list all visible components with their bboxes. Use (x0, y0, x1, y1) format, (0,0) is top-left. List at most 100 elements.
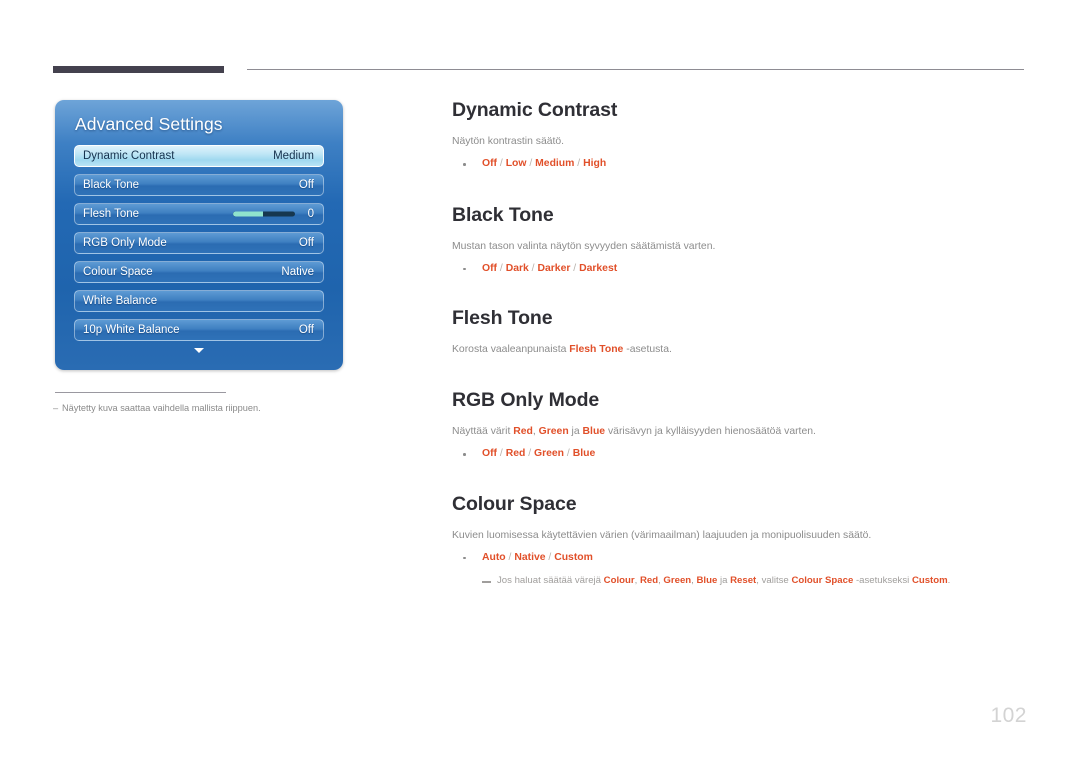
osd-menu-item-label: Black Tone (83, 179, 140, 191)
osd-menu-item-value: 0 (307, 208, 314, 220)
option-value: Auto (482, 551, 506, 563)
options-colour-space: Auto / Native / Custom (452, 551, 1027, 566)
subnote-highlight-red: Red (639, 575, 659, 587)
options-black-tone: Off / Dark / Darker / Darkest (452, 262, 1027, 277)
desc-text: Näyttää värit (452, 426, 514, 438)
subnote-highlight-colour-space: Colour Space (791, 575, 854, 587)
desc-highlight-green: Green (538, 426, 569, 438)
osd-menu-item[interactable]: Black Tone Off (74, 174, 324, 196)
osd-menu-item[interactable]: Flesh Tone 0 (74, 203, 324, 225)
osd-menu-item[interactable]: White Balance (74, 290, 324, 312)
option-list-item: Auto / Native / Custom (452, 551, 1027, 566)
option-separator: / (570, 262, 580, 274)
subnote-highlight-reset: Reset (730, 575, 757, 587)
subnote-text: , valitse (756, 575, 792, 587)
subnote-text: ja (717, 575, 731, 587)
osd-menu-item[interactable]: 10p White Balance Off (74, 319, 324, 341)
desc-highlight: Flesh Tone (569, 344, 624, 356)
osd-panel-title: Advanced Settings (75, 114, 223, 134)
osd-menu-item-value: Native (281, 266, 314, 278)
option-value: Dark (505, 262, 529, 274)
option-separator: / (525, 448, 534, 460)
page-title-colour-space: Colour Space (452, 492, 577, 515)
subnote-highlight-custom: Custom (911, 575, 948, 587)
option-value: Custom (554, 551, 593, 563)
section-flesh-tone: Flesh Tone Korosta vaaleanpunaista Flesh… (452, 307, 1027, 357)
subnote-highlight-green: Green (663, 575, 692, 587)
osd-menu-item-label: RGB Only Mode (83, 237, 167, 249)
option-list-item: Off / Low / Medium / High (452, 157, 1027, 172)
content-column: Dynamic Contrast Näytön kontrastin säätö… (452, 99, 1027, 588)
osd-menu-item-value: Off (298, 179, 314, 191)
desc-text: Korosta vaaleanpunaista (452, 344, 570, 356)
subnote-text: -asetukseksi (853, 575, 912, 587)
option-value: Darker (537, 262, 571, 274)
option-separator: / (574, 158, 584, 170)
osd-menu-item-label: Flesh Tone (83, 208, 140, 220)
option-value: Darkest (579, 262, 618, 274)
option-value: Off (482, 262, 498, 274)
osd-scroll-more[interactable] (55, 346, 343, 356)
description-dynamic-contrast: Näytön kontrastin säätö. (452, 136, 565, 147)
page-title-black-tone: Black Tone (452, 203, 554, 226)
subnote-colour-space: Jos haluat säätää värejä Colour, Red, Gr… (452, 574, 1027, 587)
page-number: 102 (990, 704, 1027, 727)
description-black-tone: Mustan tason valinta näytön syvyyden sää… (452, 240, 716, 252)
osd-menu-item-label: Colour Space (83, 266, 153, 278)
options-dynamic-contrast: Off / Low / Medium / High (452, 157, 1027, 172)
desc-text: ja (568, 426, 583, 438)
desc-highlight-red: Red (513, 426, 533, 438)
desc-highlight-blue: Blue (582, 426, 606, 438)
header-divider-rule (247, 69, 1024, 70)
page-title-dynamic-contrast: Dynamic Contrast (452, 99, 618, 121)
osd-menu-item[interactable]: Dynamic Contrast Medium (74, 145, 324, 167)
osd-menu-item-value: Medium (273, 150, 314, 162)
subnote-text: . (947, 575, 951, 587)
option-separator: / (497, 448, 506, 460)
option-separator: / (497, 262, 506, 274)
osd-menu-item-value: Off (298, 237, 314, 249)
description-rgb-only-mode: Näyttää värit Red, Green ja Blue värisäv… (452, 425, 1027, 439)
page-title-flesh-tone: Flesh Tone (452, 307, 553, 330)
section-rgb-only-mode: RGB Only Mode Näyttää värit Red, Green j… (452, 389, 1027, 462)
option-value: Red (505, 448, 526, 460)
option-value: Low (505, 158, 527, 170)
osd-menu-item-label: Dynamic Contrast (83, 150, 175, 162)
chevron-down-icon (194, 348, 204, 353)
page-title-rgb-only-mode: RGB Only Mode (452, 389, 600, 412)
osd-advanced-settings-panel: Advanced Settings Dynamic Contrast Medium… (55, 100, 343, 370)
option-value: Green (534, 448, 565, 460)
option-value: Blue (572, 448, 596, 460)
osd-menu-item-value: Off (298, 324, 314, 336)
figure-note-dash: – (53, 403, 59, 413)
description-flesh-tone: Korosta vaaleanpunaista Flesh Tone -aset… (452, 343, 1027, 357)
desc-text: -asetusta. (623, 344, 672, 356)
option-value: Off (482, 448, 498, 460)
section-colour-space: Colour Space Kuvien luomisessa käytettäv… (452, 493, 1027, 588)
figure-note-text: Näytetty kuva saattaa vaihdella mallista… (62, 403, 261, 413)
option-value: Native (514, 551, 546, 563)
osd-menu-list: Dynamic Contrast Medium Black Tone Off Flesh… (74, 145, 324, 348)
option-value: Off (482, 158, 498, 170)
section-dynamic-contrast: Dynamic Contrast Näytön kontrastin säätö… (452, 99, 1027, 172)
osd-menu-item[interactable]: Colour Space Native (74, 261, 324, 283)
option-separator: / (497, 158, 506, 170)
osd-menu-item[interactable]: RGB Only Mode Off (74, 232, 324, 254)
figure-note-rule (55, 392, 226, 393)
option-separator: / (545, 551, 555, 563)
option-list-item: Off / Dark / Darker / Darkest (452, 262, 1027, 277)
option-separator: / (564, 448, 573, 460)
osd-slider-fill (233, 211, 263, 217)
option-value: Medium (535, 158, 575, 170)
osd-slider-track[interactable] (233, 211, 295, 217)
option-separator: / (526, 158, 536, 170)
section-black-tone: Black Tone Mustan tason valinta näytön s… (452, 204, 1027, 277)
option-list-item: Off / Red / Green / Blue (452, 447, 1027, 462)
description-colour-space: Kuvien luomisessa käytettävien värien (v… (452, 529, 872, 541)
figure-note: – Näytetty kuva saattaa vaihdella mallist… (53, 403, 373, 413)
osd-menu-item-label: White Balance (83, 295, 158, 307)
